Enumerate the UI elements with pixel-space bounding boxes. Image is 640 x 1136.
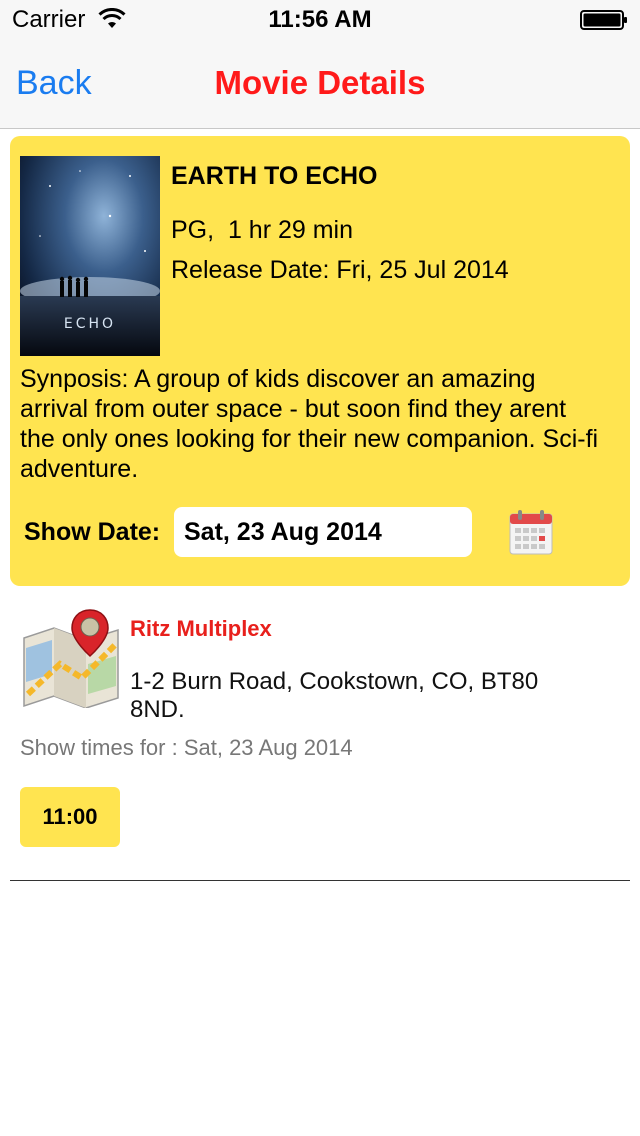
map-pin-icon[interactable] bbox=[20, 604, 122, 708]
cinema-name[interactable]: Ritz Multiplex bbox=[130, 616, 272, 642]
movie-release-date: Release Date: Fri, 25 Jul 2014 bbox=[171, 256, 509, 284]
battery-icon bbox=[580, 10, 627, 30]
movie-synopsis: Synposis: A group of kids discover an am… bbox=[20, 365, 599, 483]
showtimes-label: Show times for : Sat, 23 Aug 2014 bbox=[20, 735, 353, 760]
poster-title: ECHO bbox=[64, 316, 116, 332]
divider bbox=[10, 880, 630, 881]
navigation-bar: Back Movie Details bbox=[0, 40, 640, 129]
movie-rating-runtime: PG, 1 hr 29 min bbox=[171, 216, 354, 244]
show-date-field[interactable] bbox=[174, 507, 472, 557]
status-bar: Carrier 11:56 AM bbox=[0, 0, 640, 40]
page-title: Movie Details bbox=[214, 64, 426, 101]
calendar-icon[interactable] bbox=[508, 508, 554, 556]
cinema-address: 1-2 Burn Road, Cookstown, CO, BT80 8ND. bbox=[130, 668, 539, 723]
movie-details-card: ECHO EARTH TO ECHO PG, 1 hr 29 min Relea… bbox=[10, 136, 630, 586]
movie-title: EARTH TO ECHO bbox=[171, 162, 378, 190]
clock-label: 11:56 AM bbox=[268, 6, 372, 33]
movie-poster[interactable]: ECHO bbox=[20, 156, 160, 356]
show-date-label: Show Date: bbox=[24, 518, 161, 546]
showtime-button[interactable]: 11:00 bbox=[20, 787, 120, 847]
